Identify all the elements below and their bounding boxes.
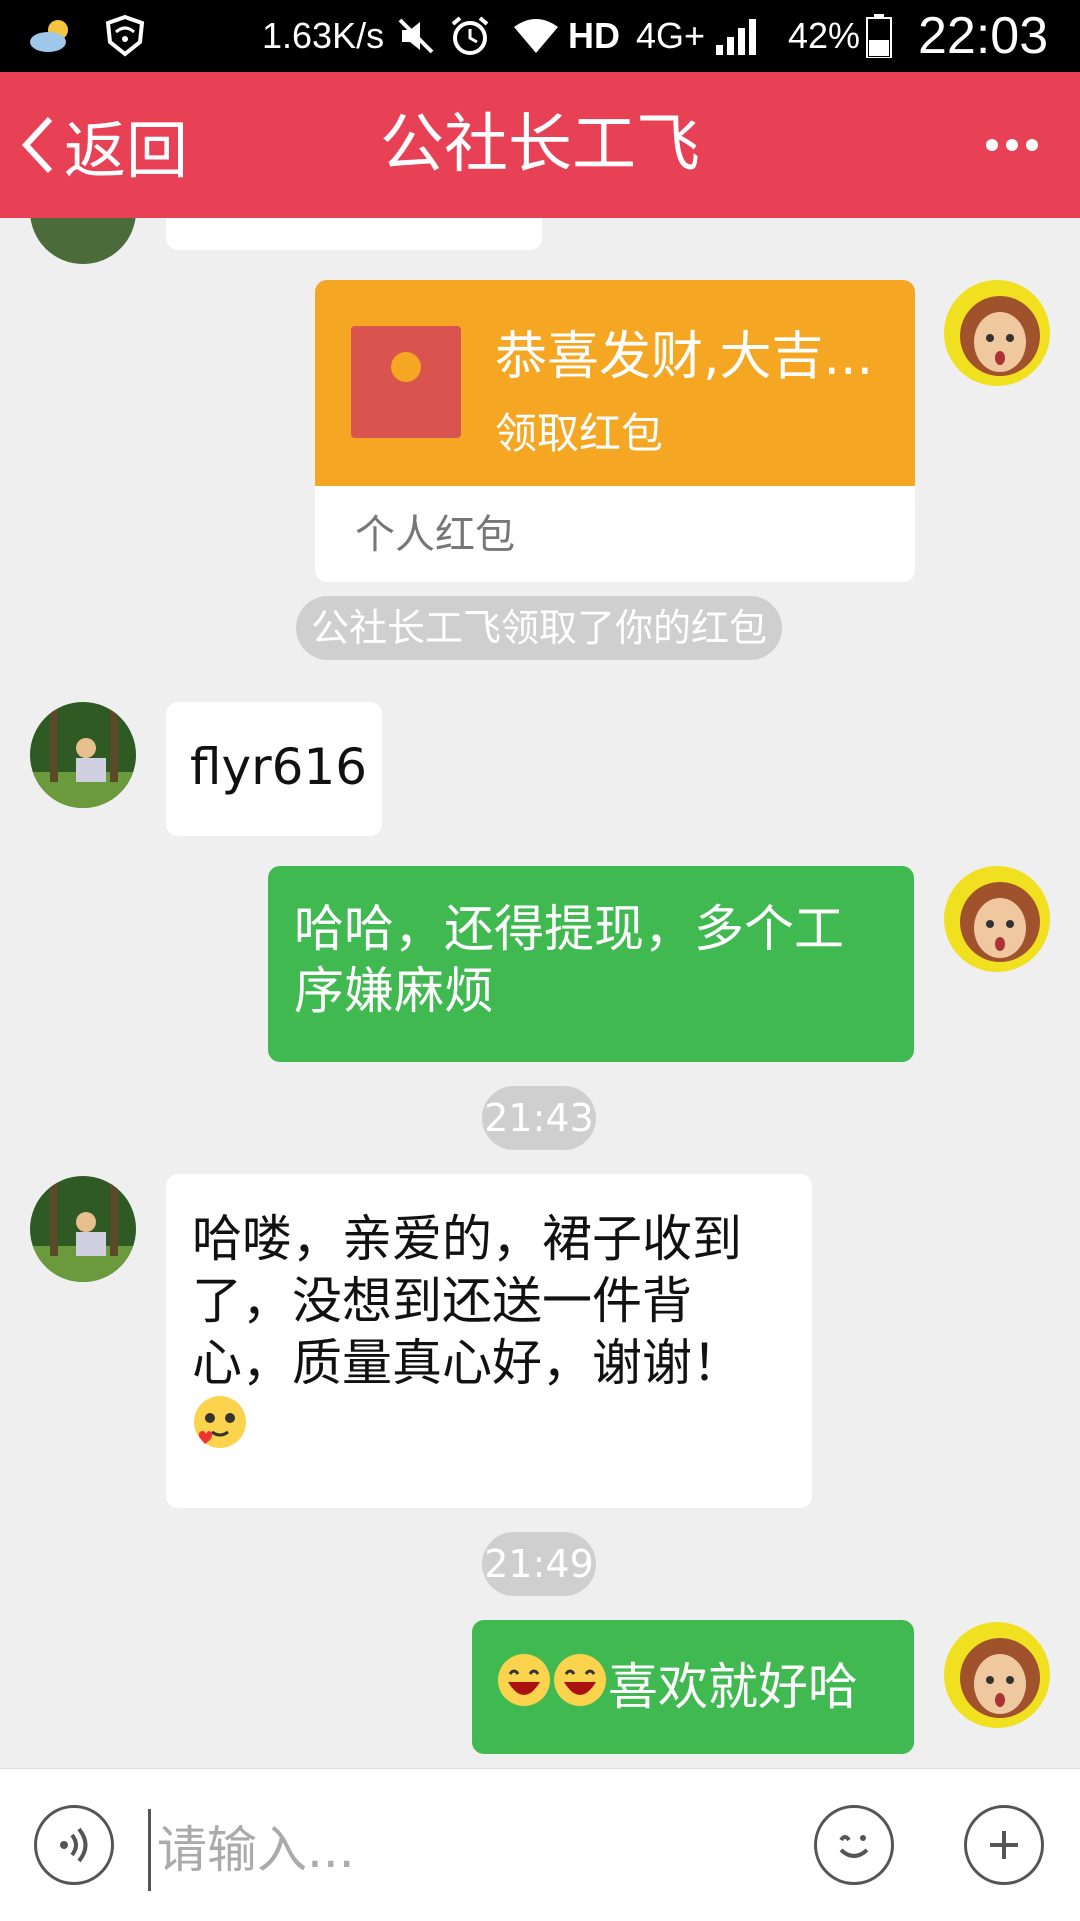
clock: 22:03 — [918, 7, 1049, 65]
timestamp: 21:49 — [482, 1532, 596, 1596]
net-speed: 1.63K/s — [262, 15, 385, 56]
more-icon — [986, 139, 1038, 151]
chat-area[interactable]: 恭喜发财,大吉... 领取红包 个人红包 公社长工飞领取了你的红包 flyr61… — [0, 218, 1080, 1768]
laughing-emoji-icon — [552, 1652, 608, 1722]
red-packet-title: 恭喜发财,大吉... — [495, 327, 874, 387]
message-text: 哈喽，亲爱的，裙子收到了，没想到还送一件背心，质量真心好，谢谢！ — [192, 1210, 742, 1392]
my-avatar[interactable] — [944, 866, 1050, 972]
input-bar — [0, 1768, 1080, 1921]
weather-icon — [26, 0, 76, 72]
message-bubble: 哈喽，亲爱的，裙子收到了，没想到还送一件背心，质量真心好，谢谢！ — [166, 1174, 812, 1508]
status-bar: 1.63K/s HD 4G+ 42% 22:03 — [0, 0, 1080, 72]
mute-icon — [396, 0, 436, 72]
voice-button[interactable] — [34, 1805, 114, 1885]
system-notice: 公社长工飞领取了你的红包 — [296, 596, 782, 660]
contact-avatar[interactable] — [30, 218, 136, 264]
signal-icon — [712, 0, 762, 72]
network-type: 4G+ — [636, 15, 706, 56]
network-label: HD — [568, 15, 620, 56]
red-packet-footer: 个人红包 — [355, 512, 515, 558]
contact-avatar[interactable] — [30, 702, 136, 808]
wifi-shield-icon — [104, 0, 146, 72]
previous-message-bubble — [166, 218, 542, 250]
emoji-icon — [839, 1835, 869, 1858]
message-bubble: flyr616 — [166, 702, 382, 836]
battery-percent: 42% — [788, 15, 861, 56]
nav-bar: 返回 公社长工飞 — [0, 72, 1080, 218]
red-packet-card[interactable]: 恭喜发财,大吉... 领取红包 个人红包 — [315, 280, 915, 582]
red-envelope-icon — [351, 326, 461, 438]
page-title: 公社长工飞 — [380, 108, 700, 182]
message-input[interactable] — [148, 1809, 779, 1891]
contact-avatar[interactable] — [30, 1176, 136, 1282]
message-bubble: 哈哈，还得提现，多个工序嫌麻烦 — [268, 866, 914, 1062]
blush-emoji-icon — [192, 1394, 248, 1464]
timestamp: 21:43 — [482, 1086, 596, 1150]
message-bubble: 喜欢就好哈 — [472, 1620, 914, 1754]
voice-icon — [60, 1827, 88, 1863]
message-text: 喜欢就好哈 — [608, 1658, 858, 1716]
red-packet-action: 领取红包 — [495, 409, 664, 458]
more-button[interactable] — [984, 72, 1040, 218]
my-avatar[interactable] — [944, 280, 1050, 386]
laughing-emoji-icon — [496, 1652, 552, 1722]
add-button[interactable] — [964, 1805, 1044, 1885]
emoji-button[interactable] — [814, 1805, 894, 1885]
battery-icon — [866, 0, 892, 72]
alarm-icon — [448, 0, 492, 72]
plus-icon — [990, 1831, 1018, 1859]
wifi-icon — [512, 0, 560, 72]
my-avatar[interactable] — [944, 1622, 1050, 1728]
